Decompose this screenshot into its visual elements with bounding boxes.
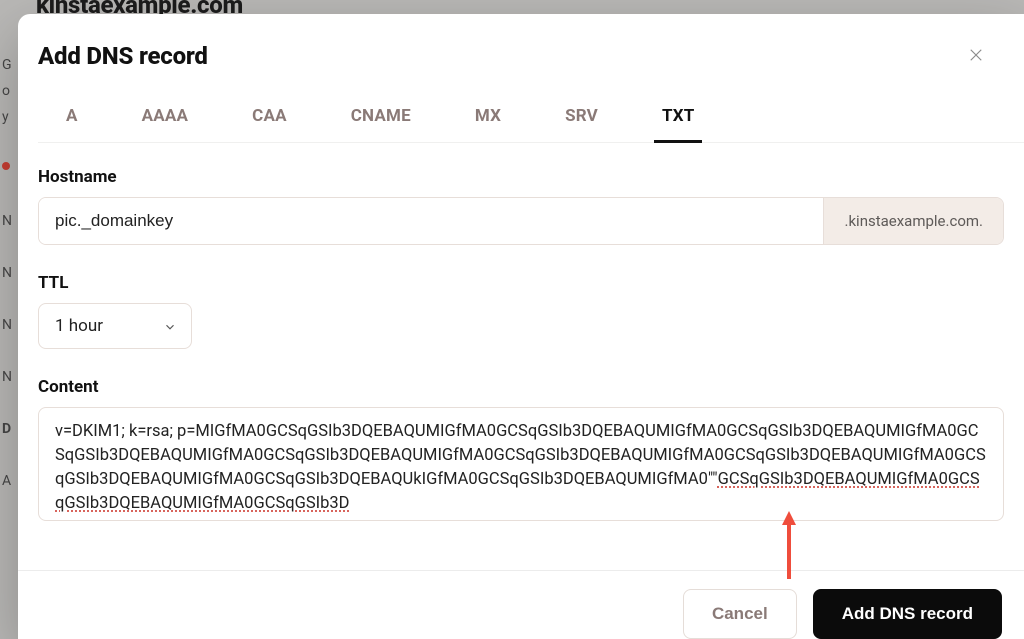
modal-title: Add DNS record (38, 42, 208, 70)
tab-mx[interactable]: MX (467, 92, 509, 142)
hostname-field: .kinstaexample.com. (38, 197, 1004, 245)
tab-srv[interactable]: SRV (557, 92, 606, 142)
tab-aaaa[interactable]: AAAA (134, 92, 197, 142)
close-icon (967, 46, 985, 67)
tab-a[interactable]: A (58, 92, 86, 142)
add-dns-record-modal: Add DNS record A AAAA CAA CNAME MX SRV T… (18, 14, 1024, 639)
ttl-selected-value: 1 hour (55, 316, 103, 336)
status-dot-icon (2, 162, 10, 170)
ttl-label: TTL (38, 273, 1004, 293)
tab-cname[interactable]: CNAME (343, 92, 419, 142)
content-label: Content (38, 377, 1004, 397)
hostname-input[interactable] (39, 198, 823, 244)
tab-caa[interactable]: CAA (244, 92, 295, 142)
close-button[interactable] (962, 42, 990, 70)
modal-footer: Cancel Add DNS record (18, 570, 1024, 639)
cancel-button[interactable]: Cancel (683, 589, 797, 639)
record-type-tabs: A AAAA CAA CNAME MX SRV TXT (38, 92, 1024, 143)
hostname-suffix: .kinstaexample.com. (823, 198, 1003, 244)
add-dns-record-button[interactable]: Add DNS record (813, 589, 1002, 639)
ttl-select[interactable]: 1 hour (38, 303, 192, 349)
tab-txt[interactable]: TXT (654, 92, 702, 142)
hostname-label: Hostname (38, 167, 1004, 187)
content-textarea[interactable]: v=DKIM1; k=rsa; p=MIGfMA0GCSqGSIb3DQEBAQ… (38, 407, 1004, 521)
chevron-down-icon (163, 319, 177, 333)
